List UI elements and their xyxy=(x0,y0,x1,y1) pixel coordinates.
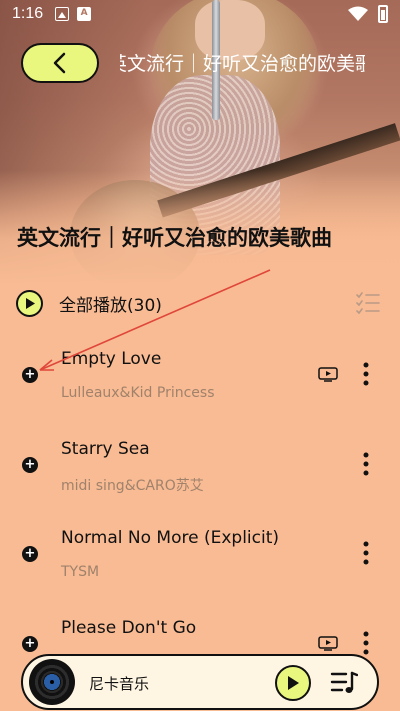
list-item[interactable]: + Starry Sea midi sing&CARO苏艾 xyxy=(0,430,400,518)
add-icon[interactable]: + xyxy=(22,636,38,652)
more-vertical-icon[interactable] xyxy=(359,631,373,655)
more-vertical-icon[interactable] xyxy=(359,452,373,476)
playlist-icon[interactable] xyxy=(330,670,358,696)
mini-player-title: 尼卡音乐 xyxy=(89,675,150,693)
mini-play-button[interactable] xyxy=(275,665,311,701)
list-item[interactable]: + Empty Love Lulleaux&Kid Princess xyxy=(0,340,400,428)
chevron-left-icon xyxy=(53,52,66,74)
song-artist: Lulleaux&Kid Princess xyxy=(61,385,215,401)
song-title: Starry Sea xyxy=(61,439,150,459)
a-notification-icon: A xyxy=(77,7,92,21)
status-time: 1:16 xyxy=(12,5,44,22)
play-icon xyxy=(25,297,35,309)
add-icon[interactable]: + xyxy=(22,367,38,383)
list-item[interactable]: + Normal No More (Explicit) TYSM xyxy=(0,519,400,607)
header-title-text: 英文流行｜好听又治愈的欧美歌 xyxy=(120,53,365,75)
image-icon xyxy=(55,7,70,21)
battery-icon xyxy=(378,5,388,23)
song-artist: midi sing&CARO苏艾 xyxy=(61,478,204,494)
video-icon[interactable] xyxy=(318,636,338,651)
play-icon xyxy=(288,676,299,690)
add-icon[interactable]: + xyxy=(22,457,38,473)
mini-player[interactable]: 尼卡音乐 xyxy=(21,654,379,710)
back-button[interactable] xyxy=(21,43,99,83)
song-title: Empty Love xyxy=(61,349,162,369)
video-icon[interactable] xyxy=(318,367,338,382)
add-icon[interactable]: + xyxy=(22,546,38,562)
list-check-icon[interactable] xyxy=(356,292,380,314)
song-artist: TYSM xyxy=(61,564,100,580)
song-title: Please Don't Go xyxy=(61,618,197,638)
play-all-button[interactable] xyxy=(16,289,43,317)
play-all-row[interactable]: 全部播放(30) xyxy=(16,287,386,319)
status-bar: 1:16 A xyxy=(0,0,400,28)
more-vertical-icon[interactable] xyxy=(359,362,373,386)
song-title: Normal No More (Explicit) xyxy=(61,528,280,548)
album-disc[interactable] xyxy=(29,659,75,705)
playlist-title: 英文流行｜好听又治愈的欧美歌曲 xyxy=(17,226,332,250)
play-all-label: 全部播放(30) xyxy=(59,295,162,316)
wifi-icon xyxy=(348,6,368,21)
more-vertical-icon[interactable] xyxy=(359,541,373,565)
header-title: 英文流行｜好听又治愈的欧美歌 xyxy=(120,50,365,78)
